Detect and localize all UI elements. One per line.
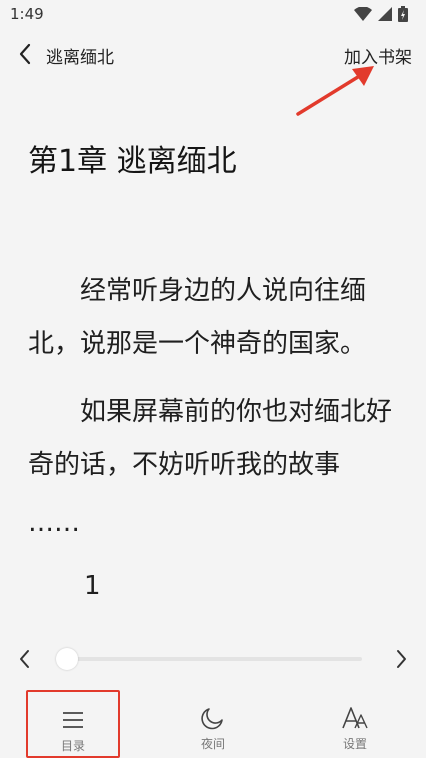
progress-thumb[interactable] <box>56 648 78 670</box>
night-mode-button[interactable]: 夜间 <box>168 690 258 754</box>
settings-label: 设置 <box>342 737 367 751</box>
back-arrow-icon[interactable] <box>14 40 38 68</box>
progress-track <box>64 657 362 661</box>
wifi-icon <box>354 7 372 21</box>
battery-icon <box>398 6 408 22</box>
bottom-toolbar: 目录 夜间 设置 <box>0 690 426 758</box>
paragraph-2: 如果屏幕前的你也对缅北好奇的话，不妨听听我的故事 <box>28 397 393 480</box>
night-mode-label: 夜间 <box>200 737 225 751</box>
cell-signal-icon <box>378 7 392 21</box>
moon-icon <box>201 708 223 730</box>
progress-slider[interactable] <box>56 648 370 670</box>
status-bar: 1:49 <box>0 0 426 30</box>
book-title: 逃离缅北 <box>46 48 114 68</box>
status-time: 1:49 <box>10 5 44 23</box>
menu-list-icon <box>63 712 83 728</box>
ellipsis-text: …… <box>28 508 80 538</box>
table-of-contents-label: 目录 <box>60 739 85 753</box>
previous-chapter-icon[interactable] <box>14 645 36 673</box>
font-settings-icon <box>342 707 368 729</box>
paragraph-1: 经常听身边的人说向往缅北，说那是一个神奇的国家。 <box>28 276 367 359</box>
chapter-title: 第1章 逃离缅北 <box>28 144 237 179</box>
page-number: 1 <box>84 571 101 601</box>
status-icons <box>354 6 408 22</box>
annotation-arrow <box>296 66 374 116</box>
settings-button[interactable]: 设置 <box>310 690 400 754</box>
next-chapter-icon[interactable] <box>390 645 412 673</box>
table-of-contents-button[interactable]: 目录 <box>26 690 120 758</box>
